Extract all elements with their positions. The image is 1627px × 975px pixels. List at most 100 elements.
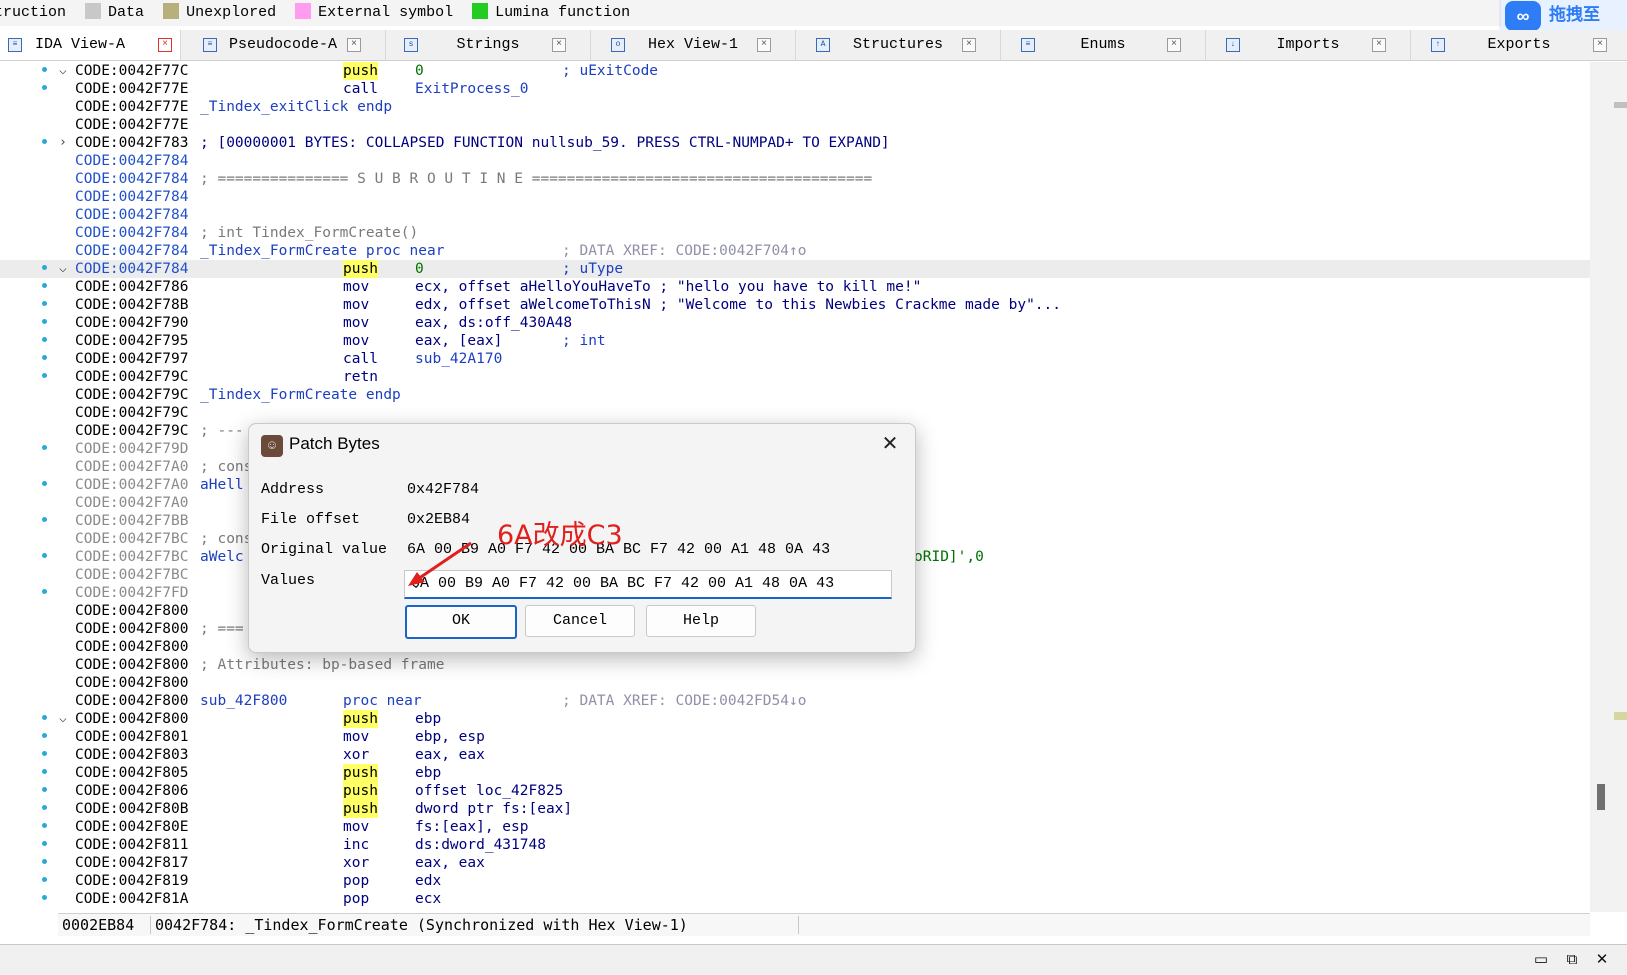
mnemonic[interactable]: retn (343, 368, 378, 386)
address[interactable]: CODE:0042F805 (75, 764, 189, 782)
address[interactable]: CODE:0042F79C (75, 404, 189, 422)
address[interactable]: CODE:0042F80B (75, 800, 189, 818)
address[interactable]: CODE:0042F801 (75, 728, 189, 746)
close-icon[interactable]: × (1593, 38, 1607, 52)
mnemonic[interactable]: call (343, 80, 378, 98)
address[interactable]: CODE:0042F7BB (75, 512, 189, 530)
code-line[interactable]: CODE:0042F784 _Tindex_FormCreate proc nea… (0, 242, 1590, 260)
address[interactable]: CODE:0042F79C (75, 386, 189, 404)
operand[interactable]: ecx, offset aHelloYouHaveTo ; "hello you… (415, 278, 921, 296)
mnemonic[interactable]: push (343, 260, 378, 278)
code-line[interactable]: CODE:0042F800 (0, 674, 1590, 692)
code-line[interactable]: ⌵ CODE:0042F77C push 0 ; uExitCode (0, 62, 1590, 80)
address[interactable]: CODE:0042F7A0 (75, 458, 189, 476)
tab-structures[interactable]: A Structures × (796, 30, 1001, 60)
code-line[interactable]: CODE:0042F797 call sub_42A170 (0, 350, 1590, 368)
address[interactable]: CODE:0042F77E (75, 98, 189, 116)
mnemonic[interactable]: mov (343, 296, 369, 314)
operand[interactable]: edx, offset aWelcomeToThisN ; "Welcome t… (415, 296, 1061, 314)
code-line[interactable]: CODE:0042F811 inc ds:dword_431748 (0, 836, 1590, 854)
operand[interactable]: edx (415, 872, 441, 890)
close-icon[interactable]: × (1167, 38, 1181, 52)
close-icon[interactable]: × (347, 38, 361, 52)
maximize-icon[interactable]: ▭ (1531, 949, 1551, 969)
help-button[interactable]: Help (646, 605, 756, 637)
chevron-right-icon[interactable]: › (59, 134, 69, 152)
breakpoint-dot-icon[interactable] (42, 823, 47, 828)
address[interactable]: CODE:0042F78B (75, 296, 189, 314)
address[interactable]: CODE:0042F7A0 (75, 476, 189, 494)
breakpoint-dot-icon[interactable] (42, 301, 47, 306)
address[interactable]: CODE:0042F77E (75, 80, 189, 98)
address[interactable]: CODE:0042F79C (75, 368, 189, 386)
mnemonic[interactable]: pop (343, 872, 369, 890)
tab-exports[interactable]: ↑ Exports × (1411, 30, 1627, 60)
breakpoint-dot-icon[interactable] (42, 769, 47, 774)
operand[interactable]: 0 (415, 62, 424, 80)
mnemonic[interactable]: push (343, 710, 378, 728)
comment[interactable]: ; DATA XREF: CODE:0042FD54↓o (562, 692, 806, 710)
operand[interactable]: ebp (415, 710, 441, 728)
operand[interactable]: ebp (415, 764, 441, 782)
breakpoint-dot-icon[interactable] (42, 805, 47, 810)
code-line[interactable]: CODE:0042F784 (0, 188, 1590, 206)
address[interactable]: CODE:0042F81A (75, 890, 189, 908)
tab-pseudocode-a[interactable]: ≡ Pseudocode-A × (181, 30, 386, 60)
tab-hex-view-1[interactable]: o Hex View-1 × (591, 30, 796, 60)
comment[interactable]: ; DATA XREF: CODE:0042F704↑o (562, 242, 806, 260)
mnemonic[interactable]: call (343, 350, 378, 368)
operand[interactable]: 0 (415, 260, 424, 278)
breakpoint-dot-icon[interactable] (42, 67, 47, 72)
breakpoint-dot-icon[interactable] (42, 841, 47, 846)
code-line[interactable]: CODE:0042F79C (0, 404, 1590, 422)
vertical-scrollbar[interactable] (1590, 62, 1627, 912)
operand[interactable]: sub_42A170 (415, 350, 502, 368)
chevron-down-icon[interactable]: ⌄ (411, 571, 885, 597)
address[interactable]: CODE:0042F795 (75, 332, 189, 350)
operand[interactable]: ; =============== S U B R O U T I N E ==… (200, 170, 872, 188)
mnemonic[interactable]: mov (343, 332, 369, 350)
address[interactable]: CODE:0042F7BC (75, 548, 189, 566)
tab-ida-view-a[interactable]: ≡ IDA View-A × (0, 30, 181, 60)
code-line[interactable]: CODE:0042F784 ; =============== S U B R O… (0, 170, 1590, 188)
address[interactable]: CODE:0042F783 (75, 134, 189, 152)
mnemonic[interactable]: push (343, 764, 378, 782)
operand[interactable]: eax, eax (415, 746, 485, 764)
code-line[interactable]: CODE:0042F795 mov eax, [eax] ; int (0, 332, 1590, 350)
address[interactable]: CODE:0042F79D (75, 440, 189, 458)
breakpoint-dot-icon[interactable] (42, 373, 47, 378)
address[interactable]: CODE:0042F803 (75, 746, 189, 764)
address[interactable]: CODE:0042F784 (75, 224, 189, 242)
code-line[interactable]: CODE:0042F801 mov ebp, esp (0, 728, 1590, 746)
operand[interactable]: ExitProcess_0 (415, 80, 529, 98)
breakpoint-dot-icon[interactable] (42, 445, 47, 450)
operand[interactable]: ; int Tindex_FormCreate() (200, 224, 418, 242)
mnemonic[interactable]: proc near (343, 692, 422, 710)
mnemonic[interactable]: xor (343, 854, 369, 872)
operand[interactable]: ds:dword_431748 (415, 836, 546, 854)
values-input[interactable]: 6A 00 B9 A0 F7 42 00 BA BC F7 42 00 A1 4… (404, 570, 892, 599)
restore-icon[interactable]: ⧉ (1562, 949, 1582, 969)
breakpoint-dot-icon[interactable] (42, 715, 47, 720)
breakpoint-dot-icon[interactable] (42, 355, 47, 360)
code-line[interactable]: CODE:0042F784 (0, 152, 1590, 170)
breakpoint-dot-icon[interactable] (42, 319, 47, 324)
breakpoint-dot-icon[interactable] (42, 877, 47, 882)
tab-enums[interactable]: ≡ Enums × (1001, 30, 1206, 60)
close-icon[interactable]: × (757, 38, 771, 52)
code-line[interactable]: › CODE:0042F783 ; [00000001 BYTES: COLLAPS… (0, 134, 1590, 152)
tab-imports[interactable]: ↓ Imports × (1206, 30, 1411, 60)
operand[interactable]: ecx (415, 890, 441, 908)
address[interactable]: CODE:0042F784 (75, 260, 189, 278)
mnemonic[interactable]: mov (343, 728, 369, 746)
address[interactable]: CODE:0042F77E (75, 116, 189, 134)
address[interactable]: CODE:0042F784 (75, 242, 189, 260)
operand[interactable]: ; cons (200, 458, 252, 476)
address[interactable]: CODE:0042F800 (75, 656, 189, 674)
code-line[interactable]: CODE:0042F806 push offset loc_42F825 (0, 782, 1590, 800)
close-icon[interactable]: × (962, 38, 976, 52)
breakpoint-dot-icon[interactable] (42, 517, 47, 522)
operand[interactable]: ebp, esp (415, 728, 485, 746)
tab-strings[interactable]: s Strings × (386, 30, 591, 60)
breakpoint-dot-icon[interactable] (42, 85, 47, 90)
